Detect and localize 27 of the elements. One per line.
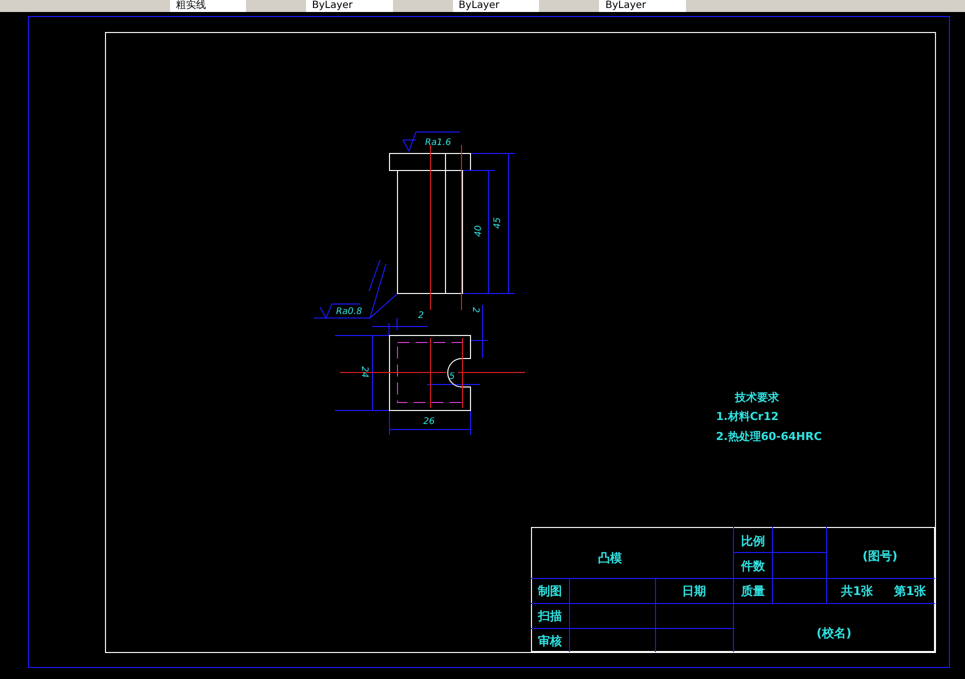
property-dropdown[interactable]: ByLayer: [599, 0, 686, 12]
roughness-text: Ra1.6: [425, 138, 452, 148]
property-dropdown[interactable]: ByLayer: [306, 0, 393, 12]
dimension-text: 24: [359, 366, 369, 378]
sheet-number: 第1张: [894, 584, 926, 598]
drawn-label: 制图: [538, 584, 562, 598]
dimension-text: 2: [470, 307, 480, 313]
property-dropdown[interactable]: ByLayer: [452, 0, 540, 12]
dimension-text: 2: [418, 311, 424, 321]
school-name: (校名): [816, 626, 852, 640]
dimension-text: 40: [474, 225, 484, 237]
requirement-text: 2.热处理60-64HRC: [716, 430, 822, 443]
dimension-text: 45: [493, 217, 503, 229]
sheet-count: 共1张: [840, 584, 874, 598]
scan-label: 扫描: [538, 609, 562, 623]
requirements-title: 技术要求: [735, 391, 779, 404]
date-label: 日期: [682, 584, 706, 598]
requirement-text: 1.材料Cr12: [716, 410, 779, 423]
scale-label: 比例: [741, 534, 765, 548]
drawing-number: (图号): [862, 549, 898, 563]
part-name: 凸模: [598, 551, 622, 565]
check-label: 审核: [538, 634, 562, 648]
mass-label: 质量: [741, 584, 765, 598]
dimension-text: 5: [449, 372, 455, 382]
roughness-text: Ra0.8: [336, 307, 362, 317]
dimension-text: 26: [423, 417, 435, 427]
count-label: 件数: [741, 559, 765, 573]
